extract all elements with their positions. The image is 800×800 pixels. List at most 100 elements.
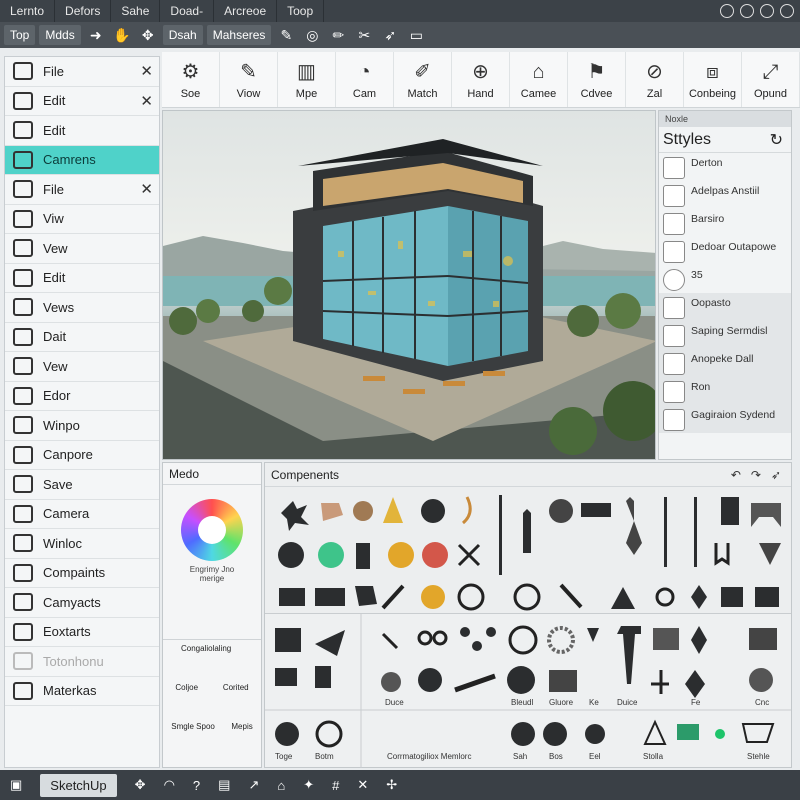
- close-icon[interactable]: ✕: [140, 62, 153, 80]
- sidebar-item-materkas[interactable]: Materkas: [5, 677, 159, 706]
- close-icon[interactable]: ✕: [140, 92, 153, 110]
- component-thumb: [353, 501, 373, 521]
- menu-item-doad[interactable]: Doad-: [160, 0, 215, 22]
- dsah-button[interactable]: Dsah: [162, 25, 203, 45]
- tool-mpe[interactable]: ▥ Mpe: [278, 52, 336, 107]
- component-thumb: [315, 630, 345, 656]
- menu-item-defors[interactable]: Defors: [55, 0, 112, 22]
- glass-facade: [323, 206, 448, 366]
- tool-match[interactable]: ✐ Match: [394, 52, 452, 107]
- panel-icon[interactable]: ▭: [405, 25, 427, 45]
- restore-icon[interactable]: [740, 4, 754, 18]
- back-icon[interactable]: ↶: [731, 463, 741, 486]
- tool-zal[interactable]: ⊘ Zal: [626, 52, 684, 107]
- panel-toggle-icon[interactable]: ▣: [10, 777, 22, 793]
- component-thumb: [422, 542, 448, 568]
- style-item[interactable]: Dedoar Outapowe: [659, 237, 791, 265]
- sidebar-item-eoxtarts[interactable]: Eoxtarts: [5, 618, 159, 647]
- scissors-icon[interactable]: ✂: [353, 25, 375, 45]
- forward-icon[interactable]: ↷: [751, 463, 761, 486]
- close-icon[interactable]: [780, 4, 794, 18]
- component-thumb: [388, 542, 414, 568]
- component-caption: Corrmatogiliox Memlorc: [387, 752, 472, 761]
- target-icon[interactable]: ◎: [301, 25, 323, 45]
- tool-cdvee[interactable]: ⚑ Cdvee: [568, 52, 626, 107]
- arrow-icon[interactable]: ↗: [248, 777, 259, 793]
- tool-cam[interactable]: ◔ Cam: [336, 52, 394, 107]
- style-item[interactable]: Saping Sermdisl: [659, 321, 791, 349]
- sidebar-item-compaints[interactable]: Compaints: [5, 559, 159, 588]
- sidebar-item-vews[interactable]: Vews: [5, 293, 159, 323]
- style-item[interactable]: Ron: [659, 377, 791, 405]
- arrow-icon[interactable]: ➶: [379, 25, 401, 45]
- sidebar-item-totonhonu[interactable]: Totonhonu: [5, 647, 159, 677]
- save-icon: [13, 475, 33, 494]
- compass-icon[interactable]: ✦: [303, 777, 314, 793]
- menu-item-lernto[interactable]: Lernto: [0, 0, 56, 22]
- wrench-icon[interactable]: ✕: [357, 777, 368, 793]
- sidebar-item-camyacts[interactable]: Camyacts: [5, 588, 159, 618]
- tool-hand[interactable]: ⊕ Hand: [452, 52, 510, 107]
- house-icon[interactable]: ⌂: [277, 778, 285, 793]
- match-icon: ✐: [414, 60, 431, 83]
- menu-item-sahe[interactable]: Sahe: [111, 0, 161, 22]
- model-viewport[interactable]: [162, 110, 656, 460]
- help-icon[interactable]: ?: [193, 778, 200, 793]
- move-icon[interactable]: ✥: [137, 25, 159, 45]
- style-item[interactable]: Barsiro: [659, 209, 791, 237]
- extension-icon: [13, 622, 33, 641]
- sidebar-item-canpore[interactable]: Canpore: [5, 441, 159, 470]
- tool-viow[interactable]: ✎ Viow: [220, 52, 278, 107]
- close-icon[interactable]: ✕: [140, 180, 153, 198]
- component-thumb: [643, 719, 667, 745]
- tool-conbeing[interactable]: ⧈ Conbeing: [684, 52, 742, 107]
- style-item[interactable]: Adelpas Anstiil: [659, 181, 791, 209]
- style-thumbnail: [663, 157, 685, 179]
- mahseres-button[interactable]: Mahseres: [206, 25, 272, 45]
- color-wheel[interactable]: [181, 499, 243, 561]
- sidebar-item-winpo[interactable]: Winpo: [5, 411, 159, 441]
- sidebar-item-winloc[interactable]: Winloc: [5, 529, 159, 559]
- menu-item-arcreoe[interactable]: Arcreoe: [214, 0, 278, 22]
- grid-icon[interactable]: #: [332, 778, 339, 793]
- component-thumbnails-lower[interactable]: [265, 614, 791, 768]
- hand-tool-icon[interactable]: ✋: [111, 25, 133, 45]
- mdds-button[interactable]: Mdds: [39, 25, 81, 45]
- style-item[interactable]: 35: [659, 265, 791, 293]
- sidebar-item-save[interactable]: Save: [5, 470, 159, 500]
- sidebar-item-file-2[interactable]: File ✕: [5, 175, 159, 205]
- sidebar-item-dait[interactable]: Dait: [5, 323, 159, 352]
- tool-soe[interactable]: ⚙ Soe: [162, 52, 220, 107]
- sidebar-item-camrens[interactable]: Camrens: [5, 145, 159, 175]
- sidebar-item-vew-2[interactable]: Vew: [5, 352, 159, 382]
- sidebar-item-edit[interactable]: Edit ✕: [5, 87, 159, 116]
- brush-icon[interactable]: ✎: [275, 25, 297, 45]
- settings-icon[interactable]: [760, 4, 774, 18]
- sidebar-item-vew[interactable]: Vew: [5, 234, 159, 264]
- arrow-right-icon[interactable]: ➜: [85, 25, 107, 45]
- snap-icon[interactable]: ✢: [386, 777, 397, 793]
- menu-item-toop[interactable]: Toop: [277, 0, 325, 22]
- layers-icon[interactable]: ▤: [218, 777, 230, 793]
- refresh-icon[interactable]: ↻: [770, 130, 783, 150]
- pencil-icon[interactable]: ✏: [327, 25, 349, 45]
- tool-opund[interactable]: ⤢ Opund: [742, 52, 800, 107]
- components-icon: [13, 563, 33, 582]
- top-button[interactable]: Top: [4, 25, 36, 45]
- sidebar-item-file[interactable]: File ✕: [5, 57, 159, 87]
- sidebar-item-edit-3[interactable]: Edit: [5, 264, 159, 293]
- sidebar-item-viw[interactable]: Viw: [5, 205, 159, 234]
- tool-camee[interactable]: ⌂ Camee: [510, 52, 568, 107]
- share-icon[interactable]: ➶: [771, 463, 781, 486]
- style-item[interactable]: Oopasto: [659, 293, 791, 321]
- style-item[interactable]: Anopeke Dall: [659, 349, 791, 377]
- component-thumb: [381, 632, 399, 650]
- sidebar-item-edit-2[interactable]: Edit: [5, 116, 159, 146]
- move-icon[interactable]: ✥: [135, 777, 146, 793]
- style-item[interactable]: Gagiraion Sydend: [659, 405, 791, 433]
- sidebar-item-edor[interactable]: Edor: [5, 382, 159, 411]
- style-item[interactable]: Derton: [659, 153, 791, 181]
- minimize-icon[interactable]: [720, 4, 734, 18]
- wifi-icon[interactable]: ◠: [164, 777, 175, 793]
- sidebar-item-camera[interactable]: Camera: [5, 500, 159, 529]
